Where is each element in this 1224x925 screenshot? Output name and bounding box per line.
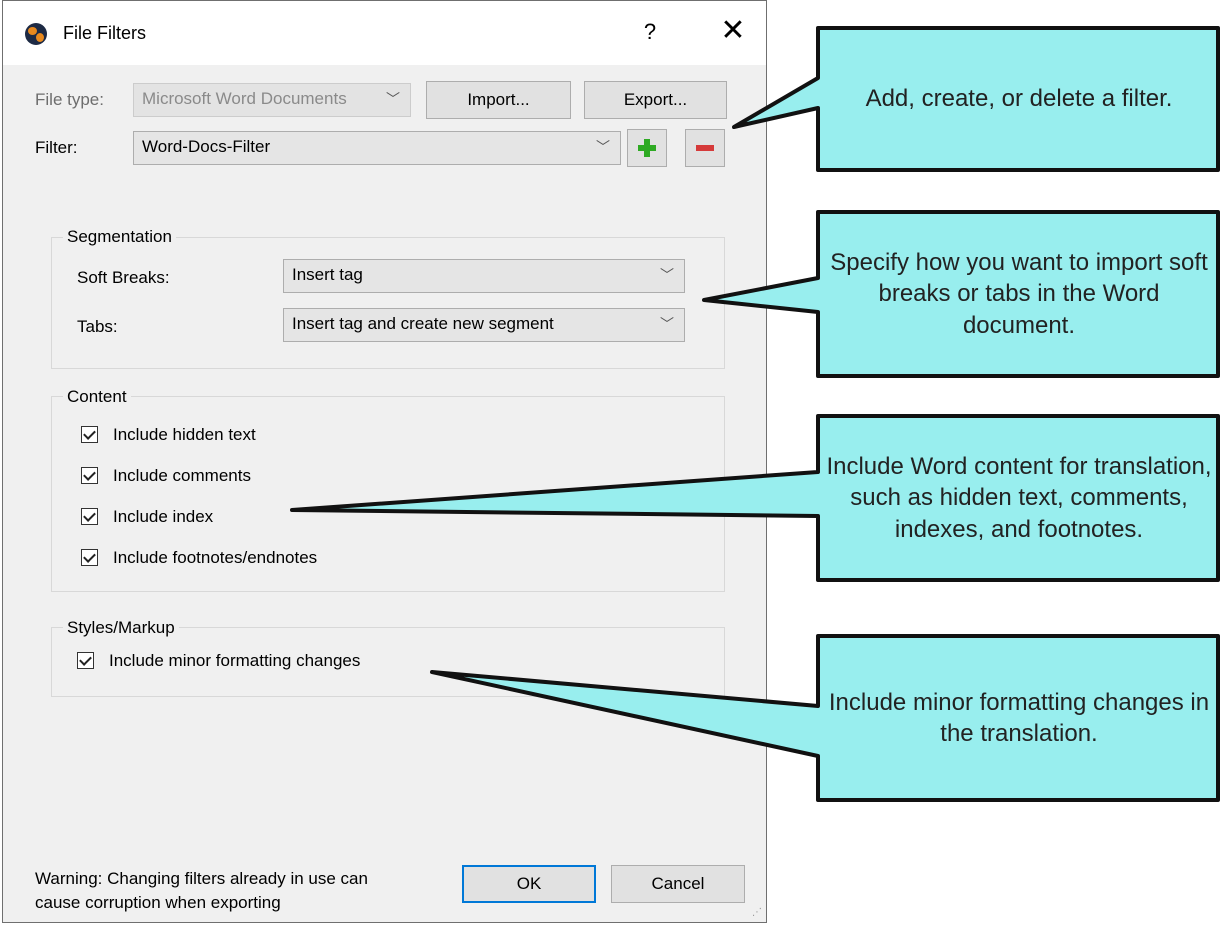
callout-4-text: Include minor formatting changes in the …	[828, 688, 1210, 747]
callout-3-text: Include Word content for translation, su…	[826, 453, 1212, 543]
callout-2-text: Specify how you want to import soft brea…	[830, 249, 1208, 339]
callout-1-text: Add, create, or delete a filter.	[865, 85, 1173, 113]
